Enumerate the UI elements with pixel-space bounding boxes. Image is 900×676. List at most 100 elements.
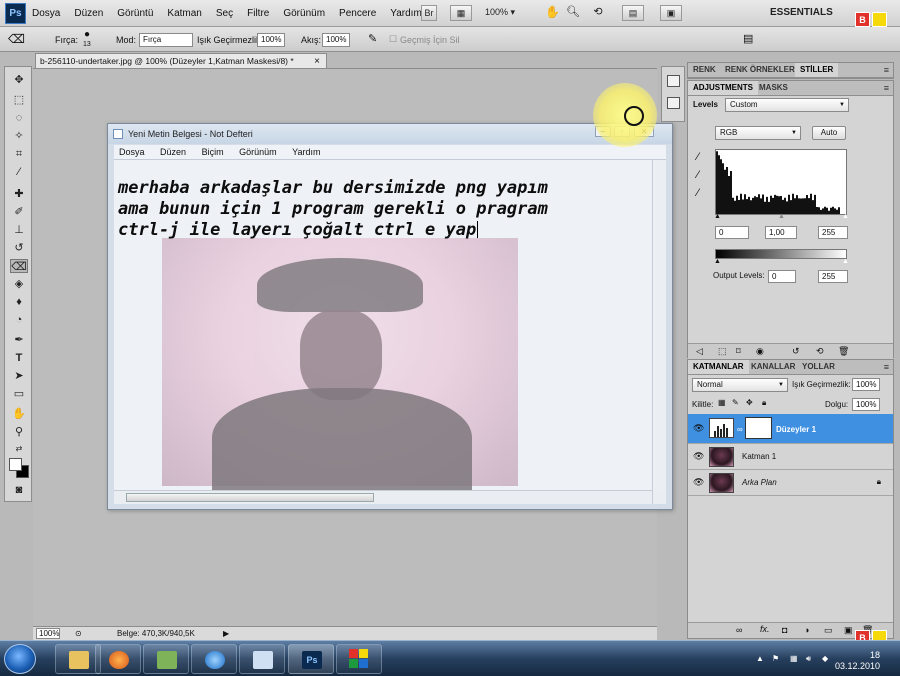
history-panel-icon[interactable] bbox=[667, 75, 680, 87]
path-selection-icon[interactable]: ➤ bbox=[10, 369, 28, 383]
menu-gorunum[interactable]: Görünüm bbox=[283, 8, 325, 19]
quick-mask-icon[interactable]: ◙ bbox=[10, 483, 28, 497]
hand-tool-side-icon[interactable]: ✋ bbox=[10, 407, 28, 421]
layer-row-katman1[interactable]: 👁︎ Katman 1 bbox=[688, 444, 893, 470]
lasso-tool-icon[interactable]: ◌ bbox=[10, 111, 28, 125]
shape-tool-icon[interactable]: ▭ bbox=[10, 387, 28, 401]
status-zoom-field[interactable]: 100% bbox=[36, 628, 60, 639]
add-mask-icon[interactable]: ◘ bbox=[782, 625, 787, 635]
blur-tool-icon[interactable]: ♦ bbox=[10, 295, 28, 309]
visibility-icon[interactable]: ◉ bbox=[756, 346, 764, 357]
tab-katmanlar[interactable]: KATMANLAR bbox=[688, 360, 749, 374]
menu-duzen[interactable]: Düzen bbox=[74, 8, 103, 19]
lock-all-icon[interactable]: 🔒︎ bbox=[762, 398, 766, 408]
menu-katman[interactable]: Katman bbox=[167, 8, 201, 19]
link-layers-icon[interactable]: ∞ bbox=[736, 625, 742, 635]
dodge-tool-icon[interactable]: ◔ bbox=[10, 313, 28, 327]
rotate-view-icon[interactable]: ⟲ bbox=[588, 5, 608, 21]
output-black-slider-icon[interactable]: ▲ bbox=[714, 258, 721, 265]
tab-adjustments[interactable]: ADJUSTMENTS bbox=[688, 81, 759, 95]
magic-wand-icon[interactable]: ✧ bbox=[10, 129, 28, 143]
start-button[interactable] bbox=[4, 644, 36, 674]
channel-select[interactable]: RGB bbox=[715, 126, 801, 140]
output-black-field[interactable]: 0 bbox=[768, 270, 796, 283]
menu-goruntu[interactable]: Görüntü bbox=[117, 8, 153, 19]
foreground-color-swatch[interactable] bbox=[9, 458, 22, 471]
output-white-slider-icon[interactable]: ▲ bbox=[842, 258, 849, 265]
np-menu-yardim[interactable]: Yardım bbox=[292, 147, 320, 157]
hand-tool-icon[interactable]: ✋ bbox=[545, 5, 560, 21]
zoom-tool-icon[interactable]: 🔍︎ bbox=[566, 5, 580, 21]
arrange-documents-button[interactable]: ▤ bbox=[622, 5, 644, 21]
document-tab[interactable]: b-256110-undertaker.jpg @ 100% (Düzeyler… bbox=[35, 53, 327, 69]
bridge-button[interactable]: Br bbox=[421, 5, 437, 21]
move-tool-icon[interactable]: ✥ bbox=[10, 73, 28, 87]
delete-adjustment-icon[interactable]: 🗑︎ bbox=[838, 346, 849, 357]
new-group-icon[interactable]: ▭ bbox=[824, 625, 833, 636]
tab-masks[interactable]: MASKS bbox=[754, 81, 793, 95]
layers-menu-icon[interactable]: ≡ bbox=[884, 362, 889, 372]
clone-stamp-icon[interactable]: ⊥ bbox=[10, 223, 28, 237]
opacity-field[interactable]: 100% bbox=[257, 33, 285, 47]
lock-transparent-icon[interactable]: ▦ bbox=[718, 398, 726, 407]
np-menu-duzen[interactable]: Düzen bbox=[160, 147, 186, 157]
tray-app-icon[interactable]: ◆ bbox=[822, 654, 832, 663]
tab-stiller[interactable]: STİLLER bbox=[795, 63, 839, 77]
eye-icon[interactable]: 👁︎ bbox=[693, 451, 704, 462]
tab-yollar[interactable]: YOLLAR bbox=[797, 360, 840, 374]
taskbar-network[interactable] bbox=[143, 644, 189, 674]
history-checkbox[interactable]: ☐ bbox=[389, 34, 397, 45]
status-info-icon[interactable]: ⊙ bbox=[75, 627, 82, 640]
lock-pixels-icon[interactable]: ✎ bbox=[732, 398, 739, 407]
eraser-preset-icon[interactable]: ⌫ bbox=[8, 32, 25, 46]
tool-presets-icon[interactable]: ▤ bbox=[743, 32, 753, 45]
taskbar-media-player[interactable] bbox=[95, 644, 141, 674]
screen-mode-button[interactable]: ▣ bbox=[660, 5, 682, 21]
eyedropper-tool-icon[interactable]: ⁄ bbox=[10, 165, 28, 179]
eye-icon[interactable]: 👁︎ bbox=[693, 477, 704, 488]
notepad-text-area[interactable]: merhaba arkadaşlar bu dersimizde png yap… bbox=[114, 160, 666, 490]
input-white-slider-icon[interactable]: ▲ bbox=[842, 213, 849, 220]
blend-mode-select[interactable]: Normal bbox=[692, 378, 788, 392]
clip-layer-icon[interactable]: ⌑ bbox=[736, 346, 741, 357]
taskbar-photoshop[interactable]: Ps bbox=[288, 644, 334, 674]
eraser-tool-icon[interactable]: ⌫ bbox=[10, 259, 28, 273]
np-menu-dosya[interactable]: Dosya bbox=[119, 147, 145, 157]
menu-dosya[interactable]: Dosya bbox=[32, 8, 60, 19]
flow-field[interactable]: 100% bbox=[322, 33, 350, 47]
lock-position-icon[interactable]: ✥ bbox=[746, 398, 753, 407]
tray-volume-icon[interactable]: 🔊︎ bbox=[806, 654, 816, 663]
clock[interactable]: 18 03.12.2010 bbox=[835, 650, 880, 672]
notepad-vscrollbar[interactable] bbox=[652, 160, 666, 504]
paint-bucket-icon[interactable]: ◈ bbox=[10, 277, 28, 291]
fill-field[interactable]: 100% bbox=[852, 398, 880, 411]
preset-select[interactable]: Custom bbox=[725, 98, 849, 112]
input-black-slider-icon[interactable]: ▲ bbox=[714, 213, 721, 220]
history-brush-icon[interactable]: ↺ bbox=[10, 241, 28, 255]
input-gamma-slider-icon[interactable]: ▲ bbox=[778, 213, 785, 220]
layer-style-icon[interactable]: fx. bbox=[760, 624, 770, 634]
notepad-hscrollbar[interactable] bbox=[114, 490, 652, 504]
hscroll-thumb[interactable] bbox=[126, 493, 374, 502]
layer-opacity-field[interactable]: 100% bbox=[852, 378, 880, 391]
layer-row-duzeyler[interactable]: 👁︎ ∞ Düzeyler 1 bbox=[688, 414, 893, 444]
close-document-icon[interactable]: × bbox=[314, 54, 320, 69]
taskbar-bs-app[interactable] bbox=[336, 644, 382, 674]
menu-yardim[interactable]: Yardım bbox=[390, 8, 422, 19]
workspace-switcher[interactable]: ESSENTIALS bbox=[770, 7, 833, 18]
mode-select[interactable]: Fırça bbox=[139, 33, 193, 47]
np-menu-gorunum[interactable]: Görünüm bbox=[239, 147, 277, 157]
color-panel-menu-icon[interactable]: ≡ bbox=[884, 65, 889, 75]
new-adjustment-icon[interactable]: ◑ bbox=[804, 625, 809, 635]
marquee-tool-icon[interactable]: ⬚ bbox=[10, 93, 28, 107]
airbrush-icon[interactable]: ✎ bbox=[368, 32, 377, 45]
actions-panel-icon[interactable] bbox=[667, 97, 680, 109]
output-white-field[interactable]: 255 bbox=[818, 270, 848, 283]
layer-row-arka-plan[interactable]: 👁︎ Arka Plan 🔒︎ bbox=[688, 470, 893, 496]
tray-flag-icon[interactable]: ⚑ bbox=[772, 654, 782, 663]
expand-view-icon[interactable]: ⬚ bbox=[718, 346, 727, 357]
tray-network-icon[interactable]: ▦ bbox=[790, 654, 800, 663]
link-icon[interactable]: ∞ bbox=[737, 425, 743, 434]
tab-renk[interactable]: RENK bbox=[688, 63, 721, 77]
reset-icon[interactable]: ⟲ bbox=[816, 346, 824, 357]
